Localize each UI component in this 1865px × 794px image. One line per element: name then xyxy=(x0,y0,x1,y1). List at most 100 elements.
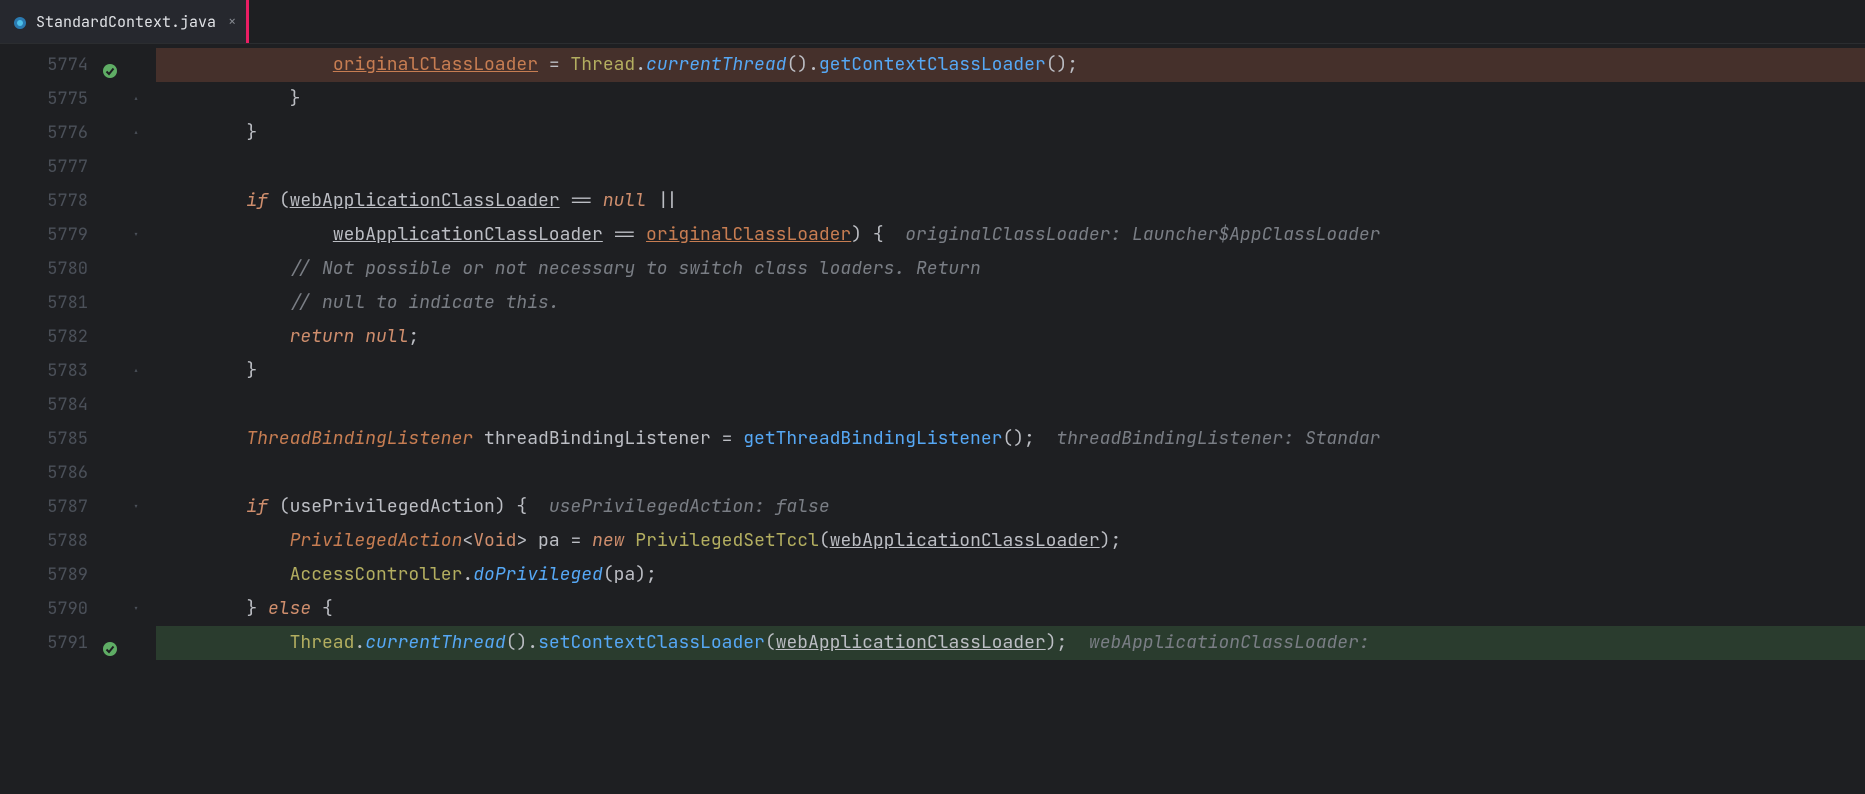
tab-label: StandardContext.java xyxy=(36,12,216,32)
token: . xyxy=(354,631,365,654)
fold-end-icon[interactable]: ▴ xyxy=(130,127,142,139)
fold-start-icon[interactable]: ▾ xyxy=(130,501,142,513)
line-number[interactable]: 5788 xyxy=(0,524,156,558)
token: == xyxy=(560,189,603,212)
code-line[interactable] xyxy=(156,388,1865,422)
line-number[interactable]: 5774 xyxy=(0,48,156,82)
line-number[interactable]: 5778 xyxy=(0,184,156,218)
code-area[interactable]: originalClassLoader = Thread.currentThre… xyxy=(156,44,1865,794)
token: webApplicationClassLoader xyxy=(290,189,560,212)
token: null xyxy=(365,325,408,348)
line-number[interactable]: 5780 xyxy=(0,252,156,286)
token: originalClassLoader xyxy=(333,53,538,76)
code-line[interactable]: return null; xyxy=(156,320,1865,354)
code-line[interactable]: AccessController.doPrivileged(pa); xyxy=(156,558,1865,592)
token: webApplicationClassLoader xyxy=(333,223,603,246)
code-line[interactable]: } xyxy=(156,82,1865,116)
code-line[interactable]: Thread.currentThread().setContextClassLo… xyxy=(156,626,1865,660)
token: (); xyxy=(1002,427,1034,450)
token: } xyxy=(290,87,301,110)
token: } xyxy=(246,121,257,144)
code-line[interactable] xyxy=(156,456,1865,490)
line-number[interactable]: 5776▴ xyxy=(0,116,156,150)
token: (); xyxy=(1046,53,1078,76)
line-number[interactable]: 5781 xyxy=(0,286,156,320)
token: } xyxy=(246,597,268,620)
token: getThreadBindingListener xyxy=(743,427,1002,450)
code-line[interactable]: } xyxy=(156,354,1865,388)
token: Thread xyxy=(290,631,355,654)
editor-tab[interactable]: StandardContext.java × xyxy=(0,0,249,43)
breakpoint-verified-icon[interactable] xyxy=(102,57,118,73)
token: || xyxy=(646,189,678,212)
code-line[interactable]: webApplicationClassLoader == originalCla… xyxy=(156,218,1865,252)
breakpoint-verified-icon[interactable] xyxy=(102,635,118,651)
token: < xyxy=(462,529,473,552)
token: ( xyxy=(268,189,290,212)
line-number[interactable]: 5785 xyxy=(0,422,156,456)
token: null xyxy=(603,189,646,212)
line-number[interactable]: 5791 xyxy=(0,626,156,660)
code-line[interactable]: // null to indicate this. xyxy=(156,286,1865,320)
line-number[interactable]: 5783▴ xyxy=(0,354,156,388)
token: else xyxy=(268,597,311,620)
token: . xyxy=(462,563,473,586)
token: webApplicationClassLoader xyxy=(776,631,1046,654)
code-line[interactable]: originalClassLoader = Thread.currentThre… xyxy=(156,48,1865,82)
line-number[interactable]: 5784 xyxy=(0,388,156,422)
token: currentThread xyxy=(646,53,786,76)
token: . xyxy=(808,53,819,76)
token: ( xyxy=(268,495,290,518)
line-number[interactable]: 5790▾ xyxy=(0,592,156,626)
code-line[interactable]: PrivilegedAction<Void> pa = new Privileg… xyxy=(156,524,1865,558)
code-line[interactable]: } else { xyxy=(156,592,1865,626)
line-number[interactable]: 5782 xyxy=(0,320,156,354)
token: setContextClassLoader xyxy=(538,631,765,654)
token: ) { xyxy=(851,223,883,246)
token: threadBindingListener: Standar xyxy=(1035,427,1381,450)
token: . xyxy=(527,631,538,654)
token: usePrivilegedAction: false xyxy=(527,495,829,518)
line-number[interactable]: 5779▾ xyxy=(0,218,156,252)
code-line[interactable] xyxy=(156,150,1865,184)
line-number[interactable]: 5786 xyxy=(0,456,156,490)
code-line[interactable]: if (usePrivilegedAction) { usePrivileged… xyxy=(156,490,1865,524)
token: ( xyxy=(765,631,776,654)
token: ( xyxy=(819,529,830,552)
gutter[interactable]: 57745775▴5776▴577757785779▾5780578157825… xyxy=(0,44,156,794)
line-number[interactable]: 5789 xyxy=(0,558,156,592)
fold-end-icon[interactable]: ▴ xyxy=(130,93,142,105)
token: doPrivileged xyxy=(473,563,603,586)
editor: 57745775▴5776▴577757785779▾5780578157825… xyxy=(0,44,1865,794)
token: ThreadBindingListener xyxy=(246,427,473,450)
token: if xyxy=(246,189,268,212)
token: PrivilegedSetTccl xyxy=(635,529,819,552)
tab-bar: StandardContext.java × xyxy=(0,0,1865,44)
close-icon[interactable]: × xyxy=(228,13,236,31)
token: pa = xyxy=(527,529,592,552)
code-line[interactable]: ThreadBindingListener threadBindingListe… xyxy=(156,422,1865,456)
token: new xyxy=(592,529,635,552)
fold-start-icon[interactable]: ▾ xyxy=(130,229,142,241)
token: webApplicationClassLoader: xyxy=(1067,631,1369,654)
code-line[interactable]: } xyxy=(156,116,1865,150)
token: if xyxy=(246,495,268,518)
token: () xyxy=(506,631,528,654)
fold-end-icon[interactable]: ▴ xyxy=(130,365,142,377)
token: Thread xyxy=(570,53,635,76)
token: ; xyxy=(408,325,419,348)
token: // null to indicate this. xyxy=(290,291,560,314)
line-number[interactable]: 5777 xyxy=(0,150,156,184)
code-line[interactable]: // Not possible or not necessary to swit… xyxy=(156,252,1865,286)
line-number[interactable]: 5775▴ xyxy=(0,82,156,116)
fold-start-icon[interactable]: ▾ xyxy=(130,603,142,615)
token: () xyxy=(786,53,808,76)
token: AccessController xyxy=(290,563,463,586)
token: // Not possible or not necessary to swit… xyxy=(290,257,981,280)
line-number[interactable]: 5787▾ xyxy=(0,490,156,524)
token: webApplicationClassLoader xyxy=(830,529,1100,552)
code-line[interactable]: if (webApplicationClassLoader == null || xyxy=(156,184,1865,218)
token: currentThread xyxy=(365,631,505,654)
token: (pa); xyxy=(603,563,657,586)
token: originalClassLoader xyxy=(646,223,851,246)
